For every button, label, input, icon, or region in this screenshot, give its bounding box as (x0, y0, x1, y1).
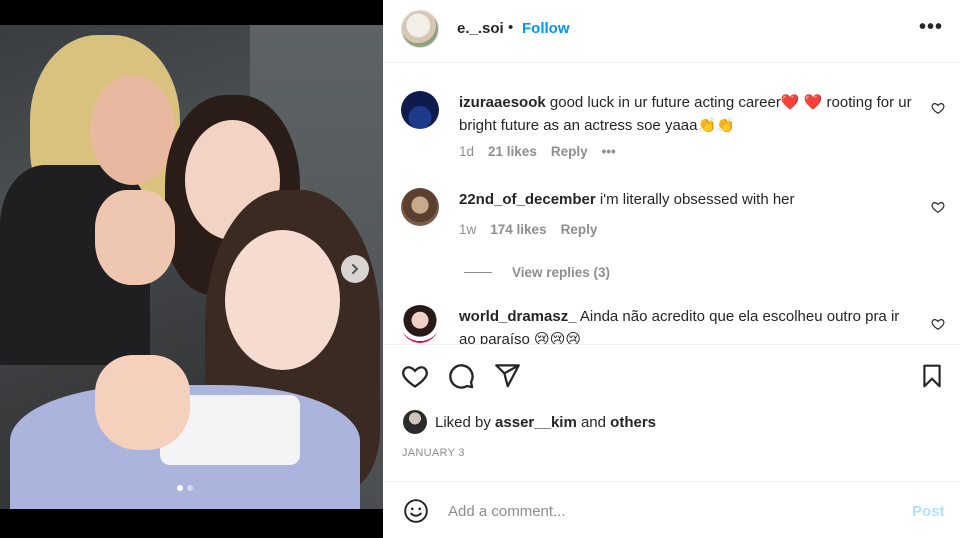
chevron-right-icon (352, 264, 359, 274)
save-button[interactable] (919, 362, 945, 395)
header-separator: • (508, 19, 514, 36)
bookmark-icon (923, 364, 941, 388)
liker-avatar[interactable] (403, 410, 427, 434)
photo-peace-sign-1 (95, 190, 175, 285)
comment-meta: 1d 21 likes Reply ••• (459, 144, 616, 159)
commenter-avatar[interactable] (401, 91, 439, 129)
commenter-avatar[interactable] (401, 188, 439, 226)
comments-list[interactable]: izuraaesook good luck in ur future actin… (383, 64, 960, 344)
view-replies-line (464, 272, 492, 273)
view-replies-button[interactable]: View replies (3) (464, 265, 610, 280)
reply-button[interactable]: Reply (551, 144, 588, 159)
like-comment-button[interactable] (931, 200, 945, 217)
post-media (0, 0, 383, 538)
smiley-icon (404, 499, 428, 523)
post-photo[interactable] (0, 25, 383, 509)
comment-button[interactable] (447, 362, 475, 395)
comment-text: i'm literally obsessed with her (599, 191, 795, 208)
emoji-button[interactable] (403, 498, 429, 529)
commenter-avatar[interactable] (401, 305, 439, 343)
comment-likes[interactable]: 174 likes (490, 222, 546, 237)
author-username[interactable]: e._.soi (457, 20, 504, 37)
comment-composer: Add a comment... Post (383, 481, 960, 538)
post-date[interactable]: JANUARY 3 (402, 447, 465, 459)
post-comment-button[interactable]: Post (912, 503, 945, 520)
photo-peace-sign-2 (95, 355, 190, 450)
comment-bubble-icon (449, 364, 474, 389)
commenter-username[interactable]: izuraaesook (459, 94, 546, 111)
follow-button[interactable]: Follow (522, 20, 570, 37)
liked-by: Liked by asser__kim and others (403, 410, 656, 434)
post-header: e._.soi • Follow ••• (383, 0, 960, 63)
reply-button[interactable]: Reply (561, 222, 598, 237)
share-button[interactable] (494, 362, 521, 394)
comment-age: 1w (459, 222, 477, 237)
heart-icon (931, 103, 945, 114)
liked-by-others[interactable]: others (610, 414, 656, 431)
liked-by-prefix: Liked by (435, 413, 491, 431)
heart-icon (931, 202, 945, 213)
like-comment-button[interactable] (931, 317, 945, 334)
comment-likes[interactable]: 21 likes (488, 144, 537, 159)
carousel-dot (187, 485, 193, 491)
like-post-button[interactable] (401, 362, 429, 395)
photo-person-3-face (225, 230, 340, 370)
comment-meta: 1w 174 likes Reply (459, 222, 597, 237)
liked-by-and: and (580, 413, 606, 431)
post-actions-bar (383, 344, 960, 404)
comment-input[interactable]: Add a comment... (448, 503, 566, 520)
view-replies-label: View replies (3) (512, 265, 611, 280)
comment-body: 22nd_of_december i'm literally obsessed … (459, 188, 914, 211)
paper-plane-icon (495, 364, 520, 388)
comment-body: world_dramasz_ Ainda não acredito que el… (459, 305, 914, 344)
carousel-dot-active (177, 485, 183, 491)
post-panel: e._.soi • Follow ••• izuraaesook good lu… (383, 0, 960, 538)
comment-body: izuraaesook good luck in ur future actin… (459, 91, 914, 137)
comment-more-button[interactable]: ••• (602, 144, 616, 159)
commenter-username[interactable]: world_dramasz_ (459, 308, 577, 325)
heart-icon (931, 319, 945, 330)
like-comment-button[interactable] (931, 101, 945, 118)
liker-username[interactable]: asser__kim (495, 414, 577, 431)
photo-person-1-face (90, 75, 175, 185)
author-avatar[interactable] (401, 10, 439, 48)
carousel-indicator (177, 485, 193, 491)
carousel-next-button[interactable] (341, 255, 369, 283)
comment-age: 1d (459, 144, 475, 159)
commenter-username[interactable]: 22nd_of_december (459, 191, 596, 208)
heart-icon (402, 366, 428, 388)
more-options-button[interactable]: ••• (919, 16, 943, 39)
